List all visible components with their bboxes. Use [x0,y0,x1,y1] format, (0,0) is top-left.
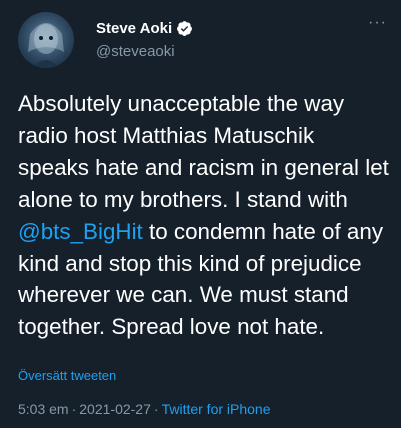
tweet-header: Steve Aoki @steveaoki ··· [18,12,387,68]
mention-link[interactable]: @bts_BigHit [18,219,143,244]
avatar[interactable] [18,12,74,68]
meta-separator: · [71,401,77,417]
tweet-detail: Steve Aoki @steveaoki ··· Absolutely una… [0,0,401,428]
tweet-text-part: Absolutely unacceptable the way radio ho… [18,91,389,212]
author-names: Steve Aoki @steveaoki [96,18,193,60]
author-handle[interactable]: @steveaoki [96,43,193,60]
tweet-meta: 5:03 em · 2021-02-27 · Twitter for iPhone [18,401,271,417]
more-options-icon[interactable]: ··· [368,15,387,31]
tweet-source-link[interactable]: Twitter for iPhone [162,401,271,417]
verified-badge-icon [176,20,193,37]
tweet-text: Absolutely unacceptable the way radio ho… [18,88,390,343]
tweet-date[interactable]: 2021-02-27 [79,401,151,417]
meta-separator: · [153,401,159,417]
avatar-portrait-icon [28,23,64,68]
display-name[interactable]: Steve Aoki [96,20,172,37]
tweet-time[interactable]: 5:03 em [18,401,69,417]
translate-tweet-link[interactable]: Översätt tweeten [18,368,116,383]
display-name-row: Steve Aoki [96,18,193,38]
